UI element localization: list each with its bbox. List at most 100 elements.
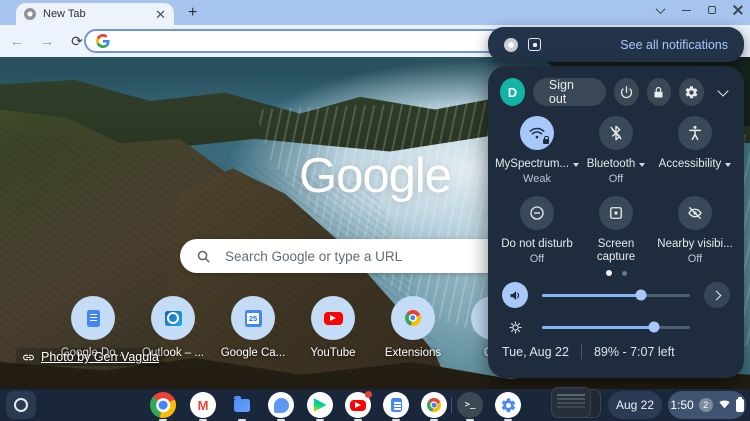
google-calendar-icon: 25 <box>245 310 262 327</box>
tab-new-tab[interactable]: New Tab ✕ <box>16 3 174 25</box>
brightness-icon <box>508 320 523 335</box>
chrome-app-icon <box>421 392 447 418</box>
quick-settings-panel: D Sign out MySpectrum... Weak <box>488 66 744 378</box>
wifi-tile-circle[interactable] <box>520 116 554 150</box>
avatar[interactable]: D <box>500 78 525 106</box>
forward-button[interactable]: → <box>34 28 60 54</box>
shelf-app-chrome[interactable] <box>149 391 177 419</box>
shelf-app-chrome-app[interactable] <box>420 391 448 419</box>
docs-icon <box>383 392 409 418</box>
google-g-icon <box>96 34 110 48</box>
network-label: MySpectrum... <box>495 158 569 171</box>
lock-button[interactable] <box>647 78 672 106</box>
quick-settings-footer: Tue, Aug 22 89% - 7:07 left <box>502 344 675 359</box>
see-all-notifications-link[interactable]: See all notifications <box>620 38 728 52</box>
collapse-panel-button[interactable] <box>714 90 732 95</box>
nearby-label: Nearby visibi... <box>657 238 732 251</box>
chevron-right-icon <box>711 290 721 300</box>
chrome-favicon <box>24 8 36 20</box>
speaker-icon <box>508 288 523 303</box>
footer-divider <box>581 344 582 359</box>
launcher-button[interactable] <box>6 391 36 419</box>
chrome-notification-icon <box>504 38 518 52</box>
tab-search-icon[interactable] <box>654 4 666 16</box>
audio-settings-button[interactable] <box>704 282 730 308</box>
shelf-app-gmail[interactable]: M <box>189 391 217 419</box>
tile-nearby-visibility[interactable]: Nearby visibi... Off <box>654 196 736 265</box>
minimize-button[interactable] <box>680 4 692 16</box>
google-docs-icon <box>87 310 100 327</box>
volume-slider-knob[interactable] <box>636 290 647 301</box>
brightness-button[interactable] <box>502 314 528 340</box>
shelf-app-terminal[interactable]: >_ <box>456 391 484 419</box>
new-tab-button[interactable]: + <box>188 5 197 21</box>
tile-network[interactable]: MySpectrum... Weak <box>496 116 578 185</box>
photo-attribution-link[interactable]: Photo by Gen Vagula <box>16 348 165 366</box>
shelf-date-button[interactable]: Aug 22 <box>608 391 662 419</box>
nearby-tile-circle[interactable] <box>678 196 712 230</box>
gear-icon <box>684 85 699 100</box>
shortcut-label: YouTube <box>310 347 355 359</box>
nearby-status: Off <box>688 253 702 265</box>
window-preview-thumbnail[interactable] <box>551 387 601 420</box>
tab-strip: New Tab ✕ + <box>0 0 750 25</box>
nearby-visibility-off-icon <box>686 204 704 222</box>
shelf-app-settings[interactable] <box>494 391 522 419</box>
bluetooth-tile-circle[interactable] <box>599 116 633 150</box>
volume-button[interactable] <box>502 282 528 308</box>
close-window-button[interactable] <box>732 4 744 16</box>
status-tray[interactable]: 1:50 2 <box>668 391 746 419</box>
youtube-icon <box>324 312 343 325</box>
shelf-app-youtube[interactable] <box>344 391 372 419</box>
attribution-text: Photo by Gen Vagula <box>41 350 159 364</box>
shortcut-youtube[interactable]: YouTube <box>293 296 373 359</box>
shelf-app-play-store[interactable] <box>306 391 334 419</box>
dnd-status: Off <box>530 253 544 265</box>
screen-capture-icon <box>607 204 625 222</box>
sign-out-button[interactable]: Sign out <box>533 78 606 106</box>
screen-capture-tile-circle[interactable] <box>599 196 633 230</box>
search-icon <box>196 249 211 264</box>
page-dots[interactable] <box>488 270 744 276</box>
chevron-down-icon <box>717 85 728 96</box>
shelf-app-messages[interactable] <box>267 391 295 419</box>
shortcut-label: Extensions <box>385 347 441 359</box>
page-dot-inactive[interactable] <box>622 271 627 276</box>
tile-bluetooth[interactable]: Bluetooth Off <box>575 116 657 185</box>
brightness-row <box>488 313 744 341</box>
brightness-slider[interactable] <box>542 326 690 329</box>
tab-title: New Tab <box>43 8 148 20</box>
network-status: Weak <box>523 173 551 185</box>
shelf-app-files[interactable] <box>228 391 256 419</box>
outlook-icon <box>165 311 182 326</box>
volume-slider[interactable] <box>542 294 690 297</box>
volume-row <box>488 281 744 309</box>
accessibility-label: Accessibility <box>659 158 722 171</box>
brightness-slider-knob[interactable] <box>649 322 660 333</box>
power-button[interactable] <box>614 78 639 106</box>
power-icon <box>619 85 634 100</box>
footer-date[interactable]: Tue, Aug 22 <box>502 345 569 359</box>
youtube-icon <box>345 392 371 418</box>
footer-battery-status: 89% - 7:07 left <box>594 345 675 359</box>
tile-accessibility[interactable]: Accessibility <box>654 116 736 171</box>
shelf-separator <box>451 397 452 413</box>
notification-bar[interactable]: See all notifications <box>488 27 744 62</box>
gmail-icon: M <box>190 392 216 418</box>
messages-icon <box>268 392 294 418</box>
accessibility-tile-circle[interactable] <box>678 116 712 150</box>
page-dot-active[interactable] <box>606 270 612 276</box>
tile-screen-capture[interactable]: Screen capture <box>575 196 657 264</box>
tile-do-not-disturb[interactable]: Do not disturb Off <box>496 196 578 265</box>
restore-button[interactable] <box>706 4 718 16</box>
back-button[interactable]: ← <box>4 28 30 54</box>
shelf-app-docs[interactable] <box>382 391 410 419</box>
chrome-icon <box>150 392 176 418</box>
settings-button[interactable] <box>679 78 704 106</box>
play-store-icon <box>307 392 333 418</box>
tab-close-icon[interactable]: ✕ <box>155 8 166 21</box>
dnd-tile-circle[interactable] <box>520 196 554 230</box>
shortcut-google-calendar[interactable]: 25 Google Ca... <box>213 296 293 359</box>
shortcut-extensions[interactable]: Extensions <box>373 296 453 359</box>
shortcut-label: Google Ca... <box>221 347 286 359</box>
